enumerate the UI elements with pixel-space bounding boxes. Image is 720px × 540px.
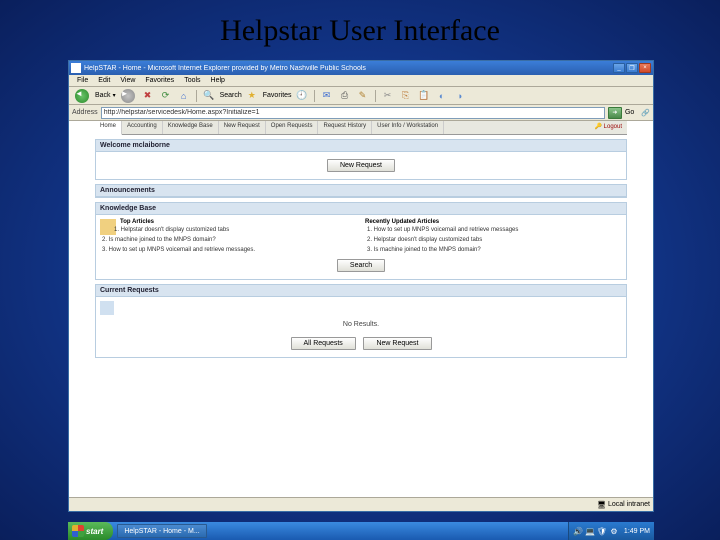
print-button[interactable]: ⎙ <box>337 89 353 103</box>
menu-favorites[interactable]: Favorites <box>140 77 179 84</box>
tray-icon[interactable]: 🛡 <box>597 526 607 536</box>
extra2-button[interactable]: ◑ <box>452 89 468 103</box>
no-results-text: No Results. <box>100 315 622 334</box>
announcements-panel: Announcements <box>95 184 627 198</box>
mail-button[interactable]: ✉ <box>319 89 335 103</box>
top-articles-header: Top Articles <box>100 219 357 225</box>
menu-help[interactable]: Help <box>206 77 230 84</box>
cut-button[interactable]: ✂ <box>380 89 396 103</box>
paste-button[interactable]: 📋 <box>416 89 432 103</box>
statusbar: 🖥 Local intranet <box>69 497 653 511</box>
new-request-button[interactable]: New Request <box>327 159 395 172</box>
page-content: Home Accounting Knowledge Base New Reque… <box>69 121 653 497</box>
taskbar: start HelpSTAR - Home - M... 🔊 💻 🛡 ⚙ 1:4… <box>68 522 654 540</box>
go-label: Go <box>625 109 634 116</box>
all-requests-button[interactable]: All Requests <box>291 337 356 350</box>
kb-recent-item[interactable]: 2. Helpstar doesn't display customized t… <box>365 237 622 245</box>
menubar: File Edit View Favorites Tools Help <box>69 75 653 87</box>
kb-recent-item[interactable]: 3. Is machine joined to the MNPS domain? <box>365 247 622 255</box>
new-request-button-2[interactable]: New Request <box>363 337 431 350</box>
recent-articles-header: Recently Updated Articles <box>365 219 622 225</box>
go-button[interactable]: ➜ <box>608 107 622 119</box>
extra1-button[interactable]: ◐ <box>434 89 450 103</box>
zone-icon: 🖥 <box>597 501 606 509</box>
kb-search-button[interactable]: Search <box>337 259 385 272</box>
tray-icon[interactable]: ⚙ <box>609 526 619 536</box>
knowledge-base-panel: Knowledge Base Top Articles 1. Helpstar … <box>95 202 627 280</box>
addressbar: Address ➜ Go 🔗 <box>69 105 653 121</box>
tray-icon[interactable]: 🔊 <box>573 526 583 536</box>
favorites-button[interactable]: ★ <box>244 89 260 103</box>
tab-knowledge-base[interactable]: Knowledge Base <box>163 121 219 134</box>
announcements-header: Announcements <box>96 185 626 197</box>
tab-accounting[interactable]: Accounting <box>122 121 163 134</box>
titlebar: HelpSTAR - Home - Microsoft Internet Exp… <box>69 61 653 75</box>
current-requests-panel: Current Requests No Results. All Request… <box>95 284 627 358</box>
start-button[interactable]: start <box>68 522 113 540</box>
tab-request-history[interactable]: Request History <box>318 121 372 134</box>
tab-home[interactable]: Home <box>95 121 122 135</box>
search-label: Search <box>220 92 242 99</box>
favorites-label: Favorites <box>263 92 292 99</box>
ie-icon <box>71 63 81 73</box>
logout-link[interactable]: 🔑 Logout <box>590 121 628 134</box>
home-button[interactable]: ⌂ <box>176 89 192 103</box>
clock[interactable]: 1:49 PM <box>624 528 650 535</box>
menu-file[interactable]: File <box>72 77 93 84</box>
tab-new-request[interactable]: New Request <box>219 121 266 134</box>
kb-header: Knowledge Base <box>96 203 626 215</box>
window-title: HelpSTAR - Home - Microsoft Internet Exp… <box>84 65 613 72</box>
tab-open-requests[interactable]: Open Requests <box>266 121 319 134</box>
toolbar: ◄ Back ▾ ► ✖ ⟳ ⌂ 🔍 Search ★ Favorites 🕘 … <box>69 87 653 105</box>
copy-button[interactable]: ⎘ <box>398 89 414 103</box>
stop-button[interactable]: ✖ <box>140 89 156 103</box>
menu-view[interactable]: View <box>115 77 140 84</box>
welcome-header: Welcome mclaiborne <box>96 140 626 152</box>
windows-logo-icon <box>72 525 84 537</box>
close-button[interactable]: × <box>639 63 651 73</box>
forward-button[interactable]: ► <box>118 89 138 103</box>
ie-window: HelpSTAR - Home - Microsoft Internet Exp… <box>68 60 654 512</box>
refresh-button[interactable]: ⟳ <box>158 89 174 103</box>
kb-top-item[interactable]: 1. Helpstar doesn't display customized t… <box>100 227 357 235</box>
system-tray: 🔊 💻 🛡 ⚙ 1:49 PM <box>568 522 654 540</box>
history-button[interactable]: 🕘 <box>294 89 310 103</box>
back-label: Back <box>95 92 111 99</box>
edit-button[interactable]: ✎ <box>355 89 371 103</box>
search-button[interactable]: 🔍 <box>201 89 217 103</box>
minimize-button[interactable]: _ <box>613 63 625 73</box>
slide-title: Helpstar User Interface <box>0 0 720 56</box>
menu-edit[interactable]: Edit <box>93 77 115 84</box>
app-nav-tabs: Home Accounting Knowledge Base New Reque… <box>95 121 627 135</box>
back-button[interactable]: ◄ <box>72 89 92 103</box>
tab-user-info[interactable]: User Info / Workstation <box>372 121 444 134</box>
address-label: Address <box>72 109 98 116</box>
zone-text: Local intranet <box>608 501 650 508</box>
address-input[interactable] <box>101 107 605 119</box>
maximize-button[interactable]: ❐ <box>626 63 638 73</box>
welcome-panel: Welcome mclaiborne New Request <box>95 139 627 180</box>
taskbar-item-ie[interactable]: HelpSTAR - Home - M... <box>117 524 206 538</box>
request-icon <box>100 301 114 315</box>
kb-recent-item[interactable]: 1. How to set up MNPS voicemail and retr… <box>365 227 622 235</box>
menu-tools[interactable]: Tools <box>179 77 205 84</box>
current-requests-header: Current Requests <box>96 285 626 297</box>
tray-icon[interactable]: 💻 <box>585 526 595 536</box>
kb-top-item[interactable]: 3. How to set up MNPS voicemail and retr… <box>100 247 357 255</box>
kb-top-item[interactable]: 2. Is machine joined to the MNPS domain? <box>100 237 357 245</box>
